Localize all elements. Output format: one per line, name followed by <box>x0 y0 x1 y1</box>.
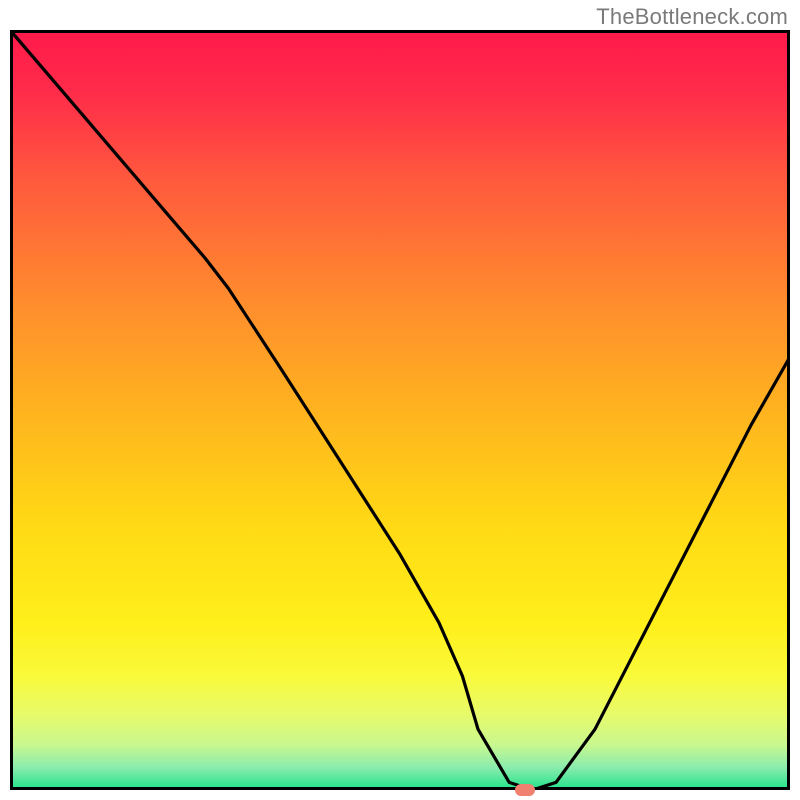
chart-frame <box>10 30 790 790</box>
gradient-background <box>10 30 790 790</box>
optimal-point-marker <box>515 784 535 796</box>
bottleneck-chart <box>10 30 790 790</box>
watermark-text: TheBottleneck.com <box>596 4 788 30</box>
